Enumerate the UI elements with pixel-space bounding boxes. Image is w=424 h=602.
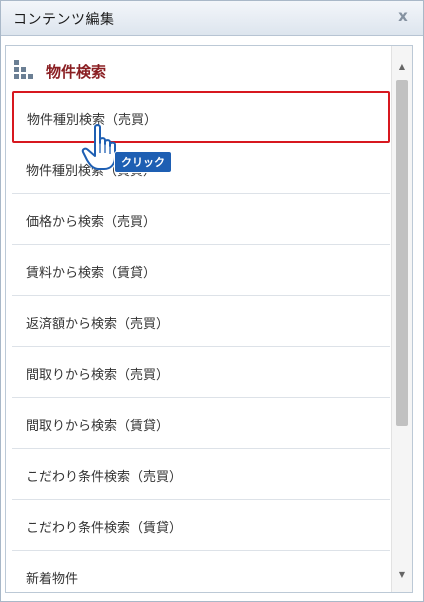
list-item-label: こだわり条件検索（賃貸） [26, 521, 183, 536]
list-item[interactable]: 賃料から検索（賃貸） [12, 245, 390, 296]
search-list-panel: 物件検索 物件種別検索（売買） 物件種別検索（賃貸） 価格から検索（売買） 賃料… [5, 45, 413, 593]
list-item[interactable]: 返済額から検索（売買） [12, 296, 390, 347]
dialog-titlebar: コンテンツ編集 x [1, 1, 423, 36]
click-badge: クリック [114, 151, 172, 173]
list-item-label: 新着物件 [26, 572, 79, 587]
close-button[interactable]: x [395, 8, 411, 24]
search-type-list: 物件種別検索（売買） 物件種別検索（賃貸） 価格から検索（売買） 賃料から検索（… [12, 91, 390, 592]
list-item[interactable]: こだわり条件検索（賃貸） [12, 500, 390, 551]
section-header: 物件検索 [6, 46, 386, 90]
list-item-label: こだわり条件検索（売買） [26, 470, 183, 485]
scroll-down-arrow-icon[interactable]: ▼ [392, 566, 412, 584]
content-edit-dialog: コンテンツ編集 x 物件検索 物件種別検索（売買） 物件種別検索（賃貸） 価格か [0, 0, 424, 602]
scroll-up-arrow-icon[interactable]: ▲ [392, 58, 412, 76]
section-title: 物件検索 [46, 63, 107, 81]
list-item[interactable]: 新着物件 [12, 551, 390, 592]
list-item-label: 賃料から検索（賃貸） [26, 266, 157, 281]
click-cursor-overlay: クリック [81, 123, 176, 179]
list-item-label: 返済額から検索（売買） [26, 317, 170, 332]
list-item-label: 間取りから検索（売買） [26, 368, 170, 383]
list-item[interactable]: 物件種別検索（賃貸） [12, 143, 390, 194]
grid-icon [14, 60, 33, 79]
list-item[interactable]: こだわり条件検索（売買） [12, 449, 390, 500]
list-item-label: 価格から検索（売買） [26, 215, 157, 230]
list-item[interactable]: 間取りから検索（賃貸） [12, 398, 390, 449]
list-item[interactable]: 物件種別検索（売買） [12, 91, 390, 143]
dialog-title: コンテンツ編集 [13, 12, 115, 28]
list-item[interactable]: 間取りから検索（売買） [12, 347, 390, 398]
scrollbar-thumb[interactable] [396, 80, 408, 426]
vertical-scrollbar[interactable]: ▲ ▼ [391, 46, 412, 592]
list-item-label: 間取りから検索（賃貸） [26, 419, 170, 434]
list-item[interactable]: 価格から検索（売買） [12, 194, 390, 245]
